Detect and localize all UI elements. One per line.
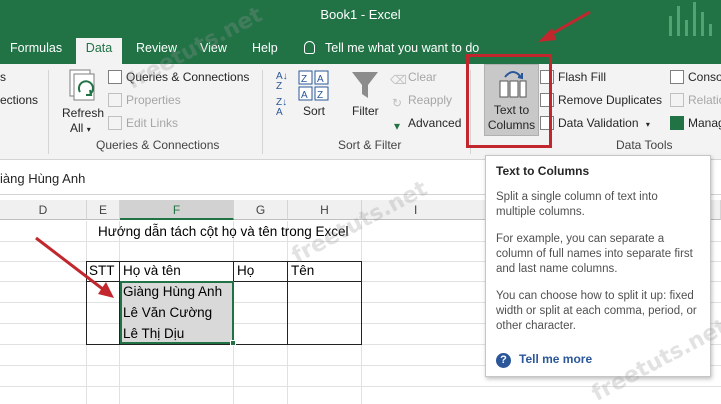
column-header-d[interactable]: D <box>0 200 87 220</box>
annotation-highlight-box <box>466 54 552 148</box>
refresh-label-1: Refresh <box>62 106 105 120</box>
tab-formulas[interactable]: Formulas <box>2 38 70 64</box>
tell-me-more-link[interactable]: ? Tell me more <box>496 352 592 368</box>
advanced-button[interactable]: ▾ Advanced <box>390 116 461 133</box>
tell-me-search[interactable]: Tell me what you want to do <box>304 38 479 58</box>
header-stt[interactable]: STT <box>89 263 115 278</box>
refresh-icon <box>69 69 95 101</box>
svg-text:Z: Z <box>301 74 307 85</box>
tooltip-paragraph-1: Split a single column of text into multi… <box>496 191 658 218</box>
group-label-data-tools: Data Tools <box>616 138 673 152</box>
data-model-icon <box>670 116 684 130</box>
tell-me-label: Tell me what you want to do <box>325 41 480 55</box>
column-header-g[interactable]: G <box>234 200 288 220</box>
edit-links-button[interactable]: Edit Links <box>108 116 178 130</box>
reapply-button[interactable]: ↻ Reapply <box>390 93 452 110</box>
advanced-filter-icon: ▾ <box>393 119 401 133</box>
tab-help[interactable]: Help <box>244 38 286 64</box>
header-ho[interactable]: Họ <box>237 263 254 278</box>
sort-icon: Z A A Z <box>298 70 329 101</box>
get-data-line2[interactable]: ections <box>0 93 38 107</box>
get-data-line1[interactable]: s <box>0 70 6 84</box>
refresh-label-2: All ▾ <box>70 121 91 135</box>
group-label-queries: Queries & Connections <box>96 138 220 152</box>
lightbulb-icon <box>304 41 315 54</box>
relationships-icon <box>670 93 684 107</box>
column-header-e[interactable]: E <box>87 200 120 220</box>
consolidate-icon <box>670 70 684 84</box>
filter-label: Filter <box>352 104 379 118</box>
svg-text:A: A <box>317 74 324 85</box>
header-ho-va-ten[interactable]: Họ và tên <box>123 263 181 278</box>
relationships-button[interactable]: Relatio <box>670 93 721 107</box>
cell-name-1[interactable]: Giàng Hùng Anh <box>123 284 222 299</box>
consolidate-button[interactable]: Conso <box>670 70 721 84</box>
tab-data[interactable]: Data <box>76 38 122 64</box>
formula-bar-content: iàng Hùng Anh <box>0 171 86 186</box>
group-label-sort-filter: Sort & Filter <box>338 138 402 152</box>
tooltip-paragraph-2: For example, you can separate a column o… <box>496 233 693 275</box>
data-validation-button[interactable]: Data Validation ▾ <box>540 116 650 130</box>
decorative-bars <box>665 0 721 38</box>
tooltip-title: Text to Columns <box>496 164 590 178</box>
title-bar: Book1 - Excel Formulas Data Review View … <box>0 0 721 64</box>
clear-icon: ⌫ <box>390 73 407 87</box>
cell-name-3[interactable]: Lê Thị Dịu <box>123 326 184 341</box>
filter-funnel-icon <box>352 72 378 98</box>
manage-data-model-button[interactable]: Manag <box>670 116 721 130</box>
help-question-icon: ? <box>496 353 511 368</box>
sort-label: Sort <box>303 104 326 118</box>
column-header-f[interactable]: F <box>120 200 234 220</box>
clear-button[interactable]: ⌫Clear <box>390 70 437 87</box>
properties-icon <box>108 93 122 107</box>
edit-links-icon <box>108 116 122 130</box>
sort-az-button[interactable]: A↓ Z <box>276 72 288 92</box>
properties-button[interactable]: Properties <box>108 93 181 107</box>
remove-duplicates-button[interactable]: Remove Duplicates <box>540 93 662 107</box>
tooltip-paragraph-3: You can choose how to split it up: fixed… <box>496 290 697 332</box>
queries-icon <box>108 70 122 84</box>
reapply-icon: ↻ <box>391 96 403 110</box>
fill-handle[interactable] <box>230 340 236 346</box>
svg-text:Z: Z <box>317 90 323 101</box>
cell-name-2[interactable]: Lê Văn Cường <box>123 305 212 320</box>
window-title: Book1 - Excel <box>320 7 401 22</box>
ribbon: s ections Refresh All ▾ Queries & Connec… <box>0 64 721 160</box>
sort-za-button[interactable]: Z↓ A <box>276 98 287 118</box>
svg-text:A: A <box>301 90 308 101</box>
